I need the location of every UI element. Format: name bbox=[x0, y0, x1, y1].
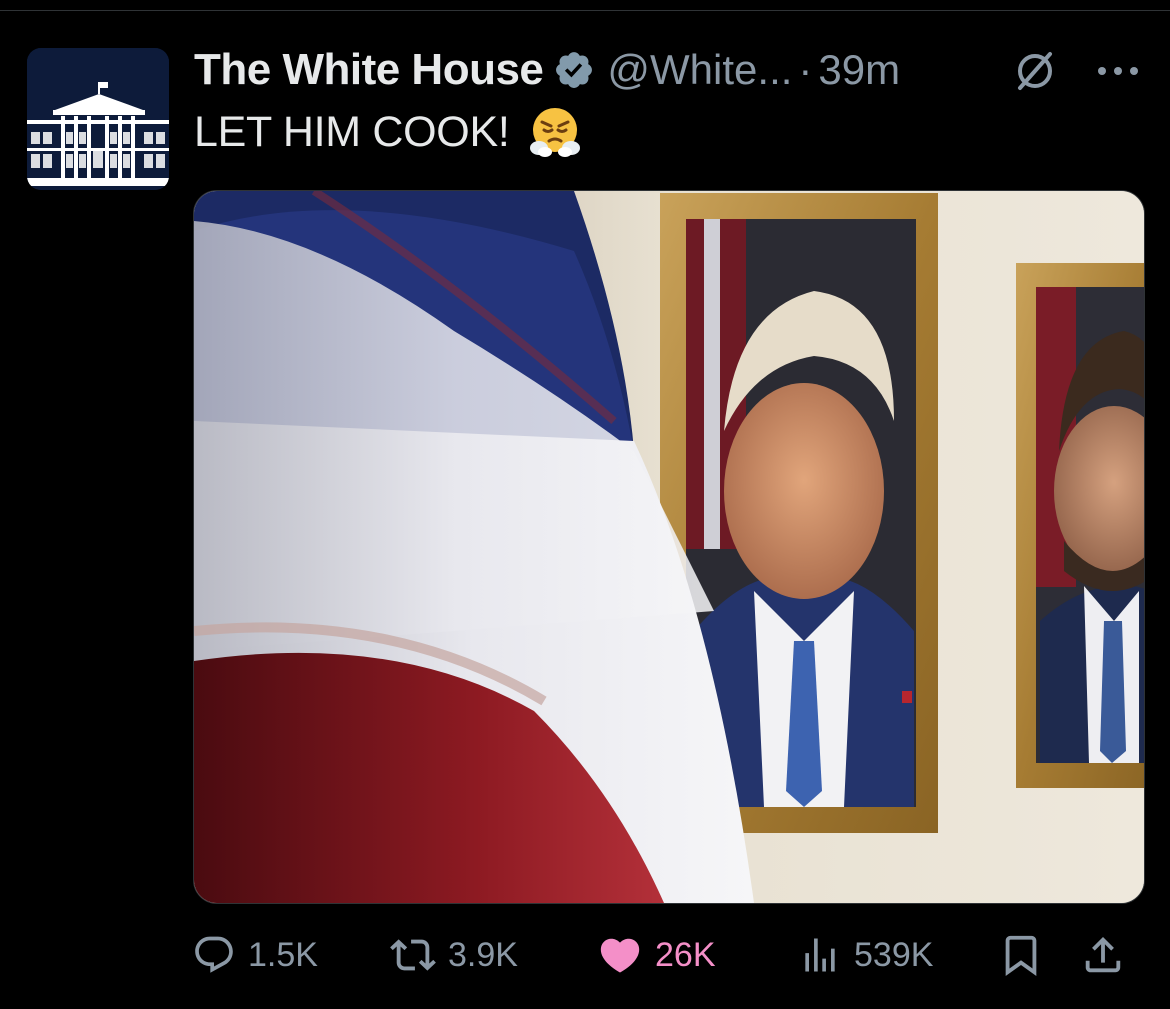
more-options-icon[interactable] bbox=[1096, 61, 1140, 81]
views-chart-icon bbox=[805, 938, 835, 972]
heart-filled-icon bbox=[600, 938, 640, 973]
separator-dot: · bbox=[798, 46, 813, 93]
share-button[interactable] bbox=[1080, 925, 1126, 985]
bookmark-button[interactable] bbox=[998, 925, 1044, 985]
repost-button[interactable]: 3.9K bbox=[390, 925, 518, 985]
views-button[interactable]: 539K bbox=[798, 925, 933, 985]
tweet-text-content: LET HIM COOK! bbox=[194, 107, 510, 156]
share-icon bbox=[1085, 936, 1121, 973]
tweet-text: LET HIM COOK! bbox=[194, 104, 583, 160]
tweet-header: The White House @White... · 39m bbox=[194, 40, 900, 100]
views-count: 539K bbox=[854, 935, 934, 974]
like-button[interactable]: 26K bbox=[597, 925, 716, 985]
action-bar: 1.5K 3.9K 26K 539K bbox=[192, 925, 1142, 985]
reply-icon bbox=[195, 936, 233, 973]
photo-illustration bbox=[194, 191, 1144, 903]
timestamp[interactable]: 39m bbox=[818, 46, 900, 94]
face-with-steam-from-nose-emoji-icon bbox=[530, 108, 581, 157]
reply-button[interactable]: 1.5K bbox=[192, 925, 318, 985]
tweet-photo[interactable] bbox=[193, 190, 1145, 904]
header-actions bbox=[1010, 46, 1140, 96]
tweet[interactable]: The White House @White... · 39m LET HIM … bbox=[0, 0, 1170, 1009]
verified-badge-icon[interactable] bbox=[553, 49, 595, 91]
white-house-logo-icon bbox=[27, 48, 169, 190]
reply-count: 1.5K bbox=[248, 935, 318, 974]
handle[interactable]: @White... bbox=[607, 46, 792, 94]
like-count: 26K bbox=[655, 935, 716, 974]
grok-icon[interactable] bbox=[1010, 46, 1060, 96]
repost-count: 3.9K bbox=[448, 935, 518, 974]
avatar[interactable] bbox=[27, 48, 169, 190]
display-name[interactable]: The White House bbox=[194, 45, 544, 95]
repost-icon bbox=[390, 939, 436, 971]
bookmark-icon bbox=[1005, 935, 1037, 976]
